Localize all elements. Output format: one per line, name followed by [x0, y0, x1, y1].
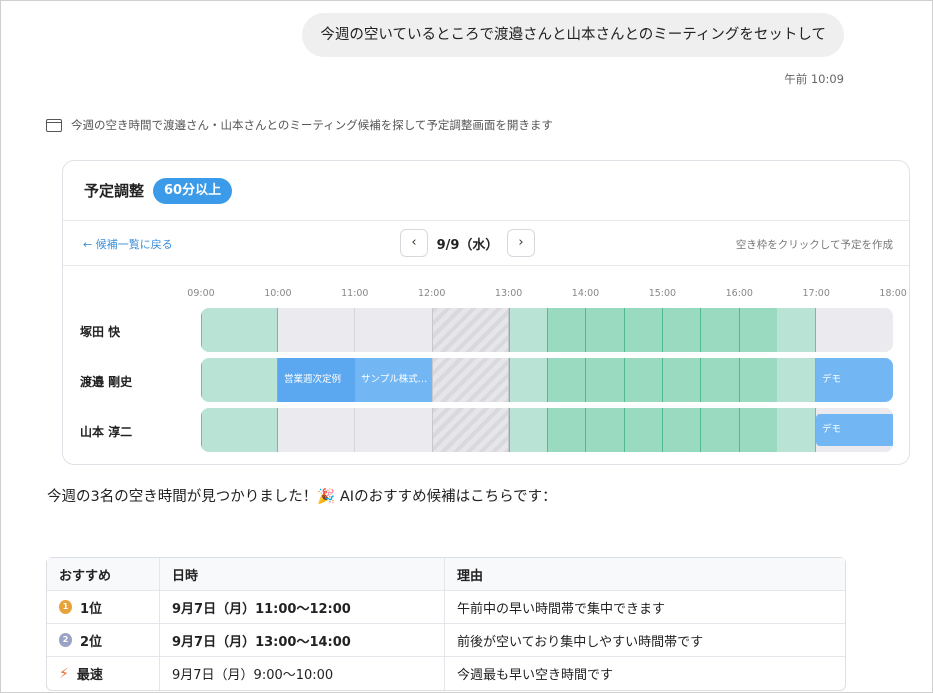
recommended-slot[interactable] [739, 358, 777, 402]
scheduler-title: 予定調整 [84, 182, 145, 200]
time-tick: 17:00 [802, 288, 830, 299]
agent-action-text: 今週の空き時間で渡邉さん・山本さんとのミーティング候補を探して予定調整画面を開き… [71, 118, 553, 132]
rank-label: 最速 [76, 668, 103, 683]
date-stepper: ‹ 9/9（水） › [400, 229, 535, 257]
free-slot[interactable] [777, 308, 816, 352]
time-tick: 13:00 [494, 288, 523, 299]
datetime-cell: 9月7日（月）11:00〜12:00 [160, 591, 445, 624]
availability-track [201, 308, 893, 352]
lunch-block [432, 358, 509, 402]
hour-gridline [354, 408, 355, 452]
rank-label: 1位 [80, 601, 103, 617]
chevron-left-icon: ‹ [411, 235, 417, 250]
person-name: 塚田 快 [80, 325, 121, 339]
reason-cell: 午前中の早い時間帯で集中できます [445, 591, 845, 624]
reason-cell: 前後が空いており集中しやすい時間帯です [445, 624, 845, 657]
time-tick: 10:00 [264, 288, 292, 299]
recommended-slot[interactable] [624, 308, 662, 352]
rank-cell: 1 1位 [47, 591, 160, 624]
recommended-slot[interactable] [662, 408, 700, 452]
time-axis: 09:00 10:00 11:00 12:00 13:00 14:00 15:00 16:00… [63, 288, 909, 300]
busy-event[interactable]: サンプル株式… [355, 358, 432, 402]
agent-action-note: 今週の空き時間で渡邉さん・山本さんとのミーティング候補を探して予定調整画面を開き… [46, 117, 553, 133]
recommended-slot[interactable] [662, 358, 700, 402]
prev-day-button[interactable]: ‹ [400, 229, 428, 257]
time-tick: 15:00 [648, 288, 677, 299]
recommended-slot[interactable] [624, 408, 662, 452]
free-slot[interactable] [201, 358, 278, 402]
next-day-button[interactable]: › [507, 229, 535, 257]
busy-event[interactable]: デモ [816, 414, 893, 446]
recommended-slot[interactable] [700, 408, 739, 452]
lunch-block [432, 408, 509, 452]
availability-track: 営業週次定例 サンプル株式… デモ [201, 358, 893, 402]
busy-event[interactable]: デモ [816, 358, 893, 402]
message-timestamp: 午前 10:09 [784, 72, 844, 86]
lightning-icon: ⚡ [59, 665, 69, 682]
availability-track: デモ [201, 408, 893, 452]
table-row[interactable]: ⚡ 最速 9月7日（月）9:00〜10:00 今週最も早い空き時間です [47, 657, 845, 690]
chevron-right-icon: › [518, 235, 524, 250]
recommended-slot[interactable] [739, 308, 777, 352]
date-navigation: ← 候補一覧に戻る ‹ 9/9（水） › 空き枠をクリックして予定を作成 [63, 221, 909, 266]
create-hint: 空き枠をクリックして予定を作成 [735, 239, 893, 251]
free-slot[interactable] [777, 408, 816, 452]
recommended-slot[interactable] [585, 358, 624, 402]
recommended-slot[interactable] [700, 308, 739, 352]
recommended-slot[interactable] [662, 308, 700, 352]
time-tick: 11:00 [341, 288, 369, 299]
table-row[interactable]: 2 2位 9月7日（月）13:00〜14:00 前後が空いており集中しやすい時間帯… [47, 624, 845, 657]
time-tick: 12:00 [417, 288, 446, 299]
lunch-block [432, 308, 509, 352]
time-tick: 18:00 [879, 288, 907, 299]
time-tick: 09:00 [187, 288, 215, 299]
free-slot[interactable] [201, 308, 278, 352]
person-name: 山本 淳二 [80, 425, 133, 439]
rank-cell: ⚡ 最速 [47, 657, 160, 690]
person-name: 渡邉 剛史 [80, 375, 133, 389]
recommended-slot[interactable] [700, 358, 739, 402]
time-tick: 14:00 [571, 288, 600, 299]
rank-cell: 2 2位 [47, 624, 160, 657]
datetime-cell: 9月7日（月）9:00〜10:00 [160, 657, 445, 690]
recommendation-table: おすすめ 日時 理由 1 1位 9月7日（月）11:00〜12:00 午前中の早い… [46, 557, 846, 691]
recommended-slot[interactable] [585, 308, 624, 352]
current-date: 9/9（水） [436, 237, 499, 253]
rank-label: 2位 [80, 634, 103, 650]
silver-medal-icon: 2 [59, 633, 72, 647]
free-slot[interactable] [201, 408, 278, 452]
free-slot[interactable] [509, 358, 547, 402]
recommended-slot[interactable] [739, 408, 777, 452]
time-tick: 16:00 [725, 288, 753, 299]
window-icon [46, 118, 62, 132]
recommended-slot[interactable] [547, 408, 585, 452]
recommended-slot[interactable] [624, 358, 662, 402]
free-slot[interactable] [777, 358, 816, 402]
table-header-row: おすすめ 日時 理由 [47, 558, 845, 591]
user-message-bubble: 今週の空いているところで渡邉さんと山本さんとのミーティングをセットして [302, 13, 844, 57]
back-to-candidates-link[interactable]: ← 候補一覧に戻る [83, 236, 173, 252]
recommended-slot[interactable] [585, 408, 624, 452]
hour-gridline [354, 308, 355, 352]
duration-badge: 60分以上 [153, 177, 233, 204]
scheduler-header: 予定調整 60分以上 [63, 161, 909, 221]
result-summary: 今週の3名の空き時間が見つかりました！🎉 AIのおすすめ候補はこちらです： [47, 489, 557, 505]
table-row[interactable]: 1 1位 9月7日（月）11:00〜12:00 午前中の早い時間帯で集中できます [47, 591, 845, 624]
gold-medal-icon: 1 [59, 600, 72, 614]
column-header: 日時 [160, 558, 445, 591]
free-slot[interactable] [509, 408, 547, 452]
busy-event[interactable]: 営業週次定例 [278, 358, 355, 402]
recommended-slot[interactable] [547, 358, 585, 402]
free-slot[interactable] [509, 308, 547, 352]
column-header: おすすめ [47, 558, 160, 591]
scheduler-card: 予定調整 60分以上 ← 候補一覧に戻る ‹ 9/9（水） › 空き枠をクリック… [62, 160, 910, 465]
column-header: 理由 [445, 558, 845, 591]
recommended-slot[interactable] [547, 308, 585, 352]
datetime-cell: 9月7日（月）13:00〜14:00 [160, 624, 445, 657]
reason-cell: 今週最も早い空き時間です [457, 668, 614, 683]
